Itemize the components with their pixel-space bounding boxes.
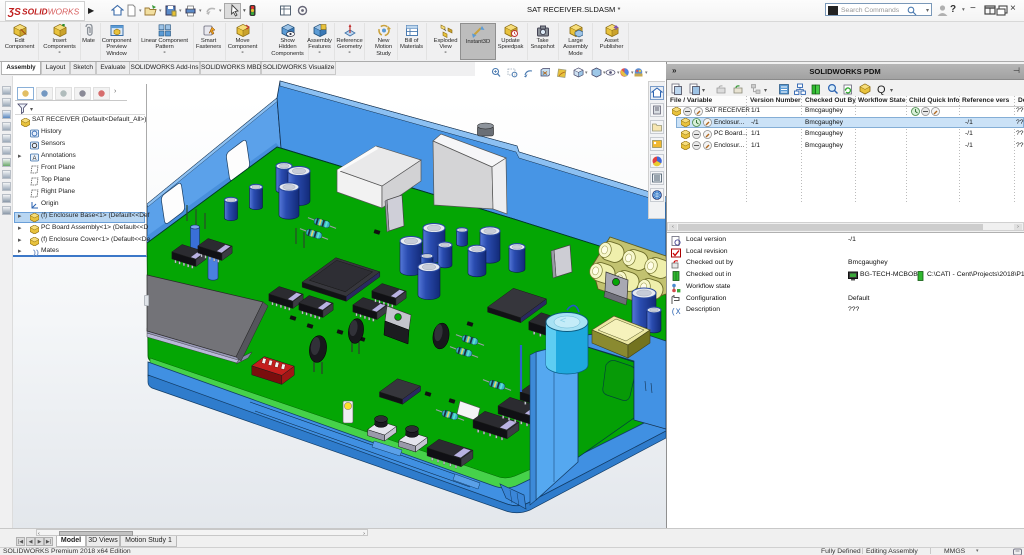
svg-text:Q: Q <box>877 84 886 95</box>
svg-text:(X): (X) <box>671 308 681 316</box>
svg-text:SOLIDWORKS: SOLIDWORKS <box>22 7 80 17</box>
svg-text:A: A <box>32 156 36 162</box>
svg-text:ƷS: ƷS <box>7 7 21 18</box>
